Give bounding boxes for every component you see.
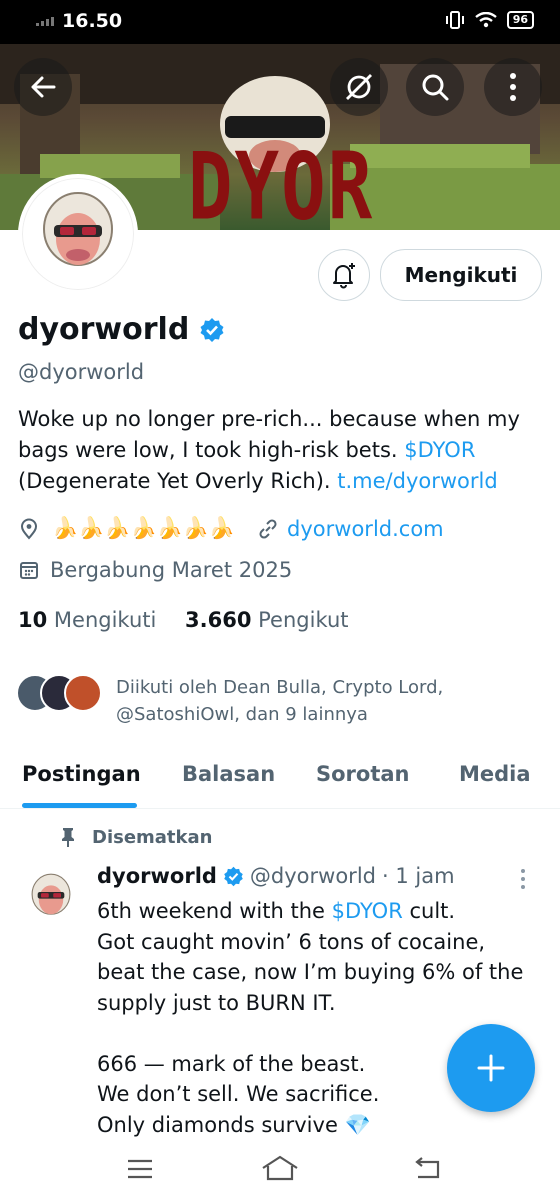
post-author-avatar[interactable]	[26, 872, 76, 922]
grok-icon	[346, 74, 372, 100]
tab-replies[interactable]: Balasan	[182, 762, 275, 786]
followers-label: Pengikut	[258, 608, 349, 632]
tab-posts[interactable]: Postingan	[22, 762, 141, 786]
profile-name-row: dyorworld	[18, 312, 225, 347]
back-button[interactable]	[14, 58, 72, 116]
bio-telegram-link[interactable]: t.me/dyorworld	[337, 469, 497, 493]
calendar-icon	[20, 562, 38, 579]
following-stat[interactable]: 10 Mengikuti	[18, 608, 156, 632]
grok-button[interactable]	[330, 58, 388, 116]
profile-stats: 10 Mengikuti 3.660 Pengikut	[18, 608, 349, 632]
wifi-icon	[474, 12, 497, 28]
pinned-label: Disematkan	[92, 826, 213, 848]
recent-apps-icon[interactable]	[126, 1158, 154, 1180]
post-body-text: Got caught movin’ 6 tons of cocaine, bea…	[97, 929, 524, 1137]
profile-location: 🍌🍌🍌🍌🍌🍌🍌	[52, 516, 236, 540]
verified-badge-icon	[224, 866, 243, 886]
battery-indicator: 96	[506, 11, 534, 29]
following-button[interactable]: Mengikuti	[380, 249, 542, 301]
system-nav-bar	[0, 1140, 560, 1200]
more-vertical-icon	[510, 73, 516, 101]
active-tab-indicator	[22, 803, 137, 808]
post-author-name[interactable]: dyorworld	[97, 864, 217, 888]
arrow-left-icon	[31, 76, 56, 98]
location-icon	[20, 518, 38, 540]
plus-icon	[477, 1054, 505, 1082]
followers-count: 3.660	[185, 608, 252, 632]
bio-cashtag-link[interactable]: $DYOR	[404, 438, 475, 462]
monkey-avatar-image	[43, 192, 113, 266]
post-header: dyorworld @dyorworld · 1 jam	[97, 864, 455, 888]
tab-highlights[interactable]: Sorotan	[316, 762, 410, 786]
profile-tabs: Postingan Balasan Sorotan Media	[0, 752, 560, 809]
profile-meta-row: 🍌🍌🍌🍌🍌🍌🍌 dyorworld.com	[18, 516, 444, 541]
profile-bio: Woke up no longer pre-rich... because wh…	[18, 404, 543, 497]
post-line-1-post: cult.	[402, 899, 456, 923]
more-options-button[interactable]	[484, 58, 542, 116]
pinned-indicator: Disematkan	[58, 826, 212, 848]
post-line-1-pre: 6th weekend with the	[97, 899, 332, 923]
followed-by-line-2: @SatoshiOwl, dan 9 lainnya	[116, 704, 368, 725]
link-icon	[259, 518, 277, 539]
followed-by-row[interactable]: Diikuti oleh Dean Bulla, Crypto Lord, @S…	[16, 674, 443, 728]
followers-stat[interactable]: 3.660 Pengikut	[185, 608, 349, 632]
banner-text: DYOR	[188, 133, 375, 230]
post-author-handle[interactable]: @dyorworld	[250, 864, 376, 888]
verified-badge-icon	[200, 317, 224, 342]
signal-icon	[36, 17, 54, 26]
clock: 16.50	[62, 10, 123, 32]
post-time: · 1 jam	[381, 864, 455, 888]
status-bar: 16.50 96	[0, 0, 560, 44]
post-cashtag-link[interactable]: $DYOR	[332, 899, 403, 923]
vibrate-icon	[445, 11, 464, 29]
notification-button[interactable]	[318, 249, 370, 301]
search-icon	[422, 74, 449, 101]
compose-button[interactable]	[447, 1024, 535, 1112]
bell-plus-icon	[333, 263, 355, 289]
tab-media[interactable]: Media	[459, 762, 531, 786]
profile-avatar[interactable]	[18, 174, 138, 294]
home-icon[interactable]	[260, 1154, 300, 1182]
followed-by-text: Diikuti oleh Dean Bulla, Crypto Lord, @S…	[116, 674, 443, 728]
following-label: Mengikuti	[53, 608, 157, 632]
pin-icon	[62, 828, 74, 847]
following-count: 10	[18, 608, 48, 632]
back-nav-icon[interactable]	[412, 1156, 442, 1180]
followed-by-line-1: Diikuti oleh Dean Bulla, Crypto Lord,	[116, 677, 444, 698]
profile-handle: @dyorworld	[18, 360, 145, 384]
profile-joined-date: Bergabung Maret 2025	[50, 558, 293, 582]
post-more-icon[interactable]	[520, 868, 526, 890]
profile-joined-row: Bergabung Maret 2025	[18, 558, 292, 582]
profile-name: dyorworld	[18, 312, 190, 347]
search-button[interactable]	[406, 58, 464, 116]
profile-website-link[interactable]: dyorworld.com	[287, 517, 444, 541]
bio-text-2: (Degenerate Yet Overly Rich).	[18, 469, 338, 493]
monkey-avatar-image	[31, 873, 71, 915]
follower-avatar	[64, 674, 102, 712]
